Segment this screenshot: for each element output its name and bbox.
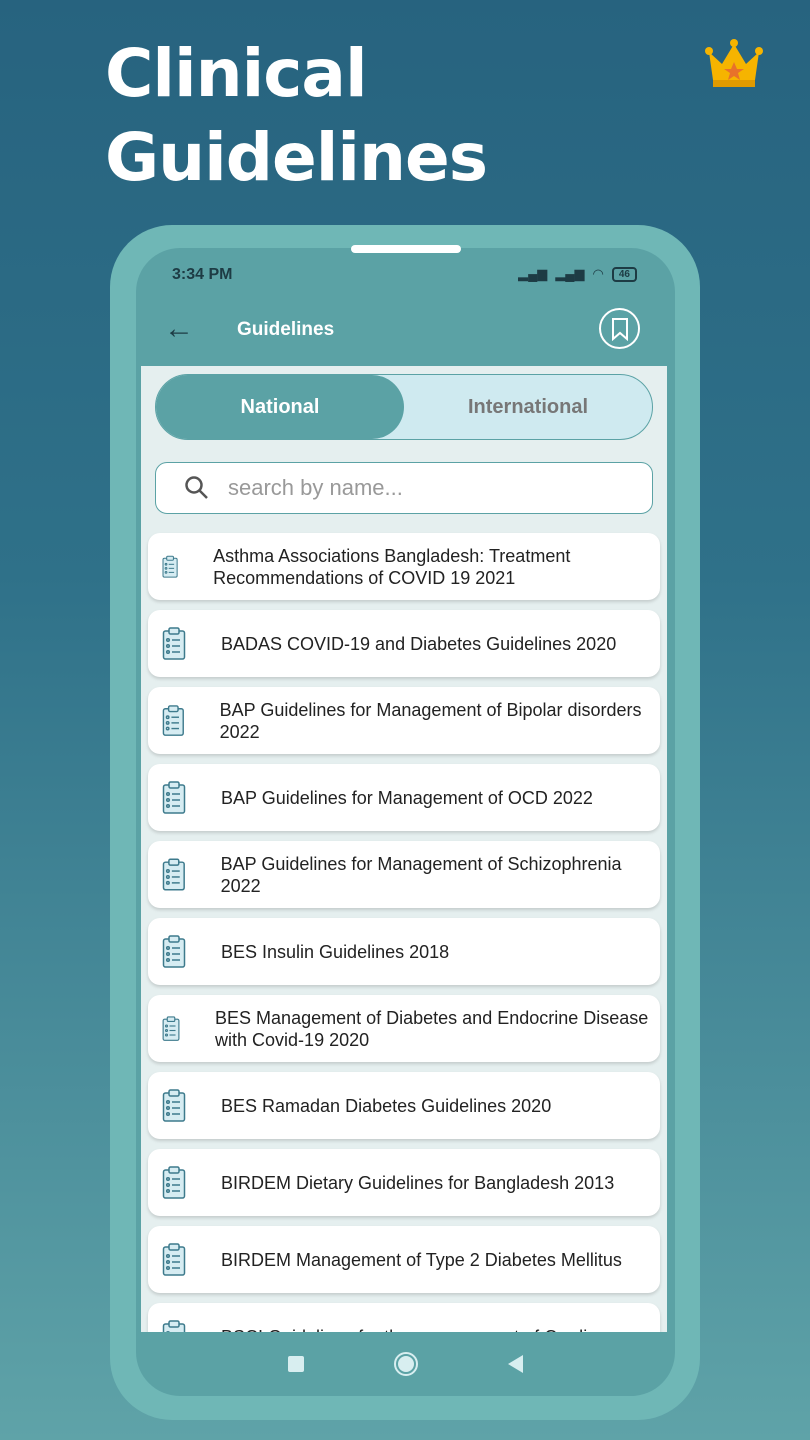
clipboard-icon: [162, 1088, 186, 1122]
headline-line2: Guidelines: [105, 119, 488, 196]
tab-toggle: National International: [155, 374, 653, 440]
status-time: 3:34 PM: [172, 266, 233, 283]
system-nav-bar: [136, 1332, 675, 1396]
phone-screen: 3:34 PM ▂▄▆ ▂▄▆ ◠ 46 ← Guidelines Nation…: [136, 248, 675, 1396]
battery-icon: 46: [611, 266, 637, 282]
crown-icon[interactable]: [705, 38, 763, 88]
page-title: Guidelines: [237, 319, 335, 340]
list-item[interactable]: BAP Guidelines for Management of Schizop…: [148, 841, 660, 908]
list-item[interactable]: Asthma Associations Bangladesh: Treatmen…: [148, 533, 660, 600]
signal-icon: ▂▄▆: [555, 266, 585, 281]
tab-international[interactable]: International: [404, 375, 652, 439]
notch: [351, 245, 461, 253]
list-item[interactable]: BADAS COVID-19 and Diabetes Guidelines 2…: [148, 610, 660, 677]
list-item[interactable]: BES Insulin Guidelines 2018: [148, 918, 660, 985]
bookmark-icon: [611, 317, 628, 341]
clipboard-icon: [162, 1015, 180, 1041]
search-input[interactable]: search by name...: [155, 462, 653, 514]
list-item[interactable]: BIRDEM Management of Type 2 Diabetes Mel…: [148, 1226, 660, 1293]
clipboard-icon: [162, 555, 178, 578]
clipboard-icon: [162, 934, 186, 968]
list-item[interactable]: BIRDEM Dietary Guidelines for Bangladesh…: [148, 1149, 660, 1216]
clipboard-icon: [162, 1242, 186, 1276]
guideline-title: BES Management of Diabetes and Endocrine…: [215, 1007, 649, 1050]
clipboard-icon: [162, 626, 186, 660]
clipboard-icon: [162, 704, 184, 736]
back-arrow-icon[interactable]: ←: [164, 312, 194, 346]
recents-button[interactable]: [288, 1356, 304, 1372]
clipboard-icon: [162, 1319, 186, 1332]
bookmarks-button[interactable]: [599, 308, 640, 349]
search-placeholder: search by name...: [228, 475, 403, 500]
guideline-title: BIRDEM Dietary Guidelines for Bangladesh…: [221, 1172, 615, 1193]
status-icons: ▂▄▆ ▂▄▆ ◠ 46: [518, 266, 637, 282]
guideline-title: BAP Guidelines for Management of Schizop…: [220, 853, 622, 896]
list-item[interactable]: BAP Guidelines for Management of Bipolar…: [148, 687, 660, 754]
search-icon: [185, 476, 208, 499]
back-nav-button[interactable]: [508, 1355, 523, 1373]
guideline-title: Asthma Associations Bangladesh: Treatmen…: [213, 545, 571, 588]
clipboard-icon: [162, 780, 186, 814]
promo-headline: Clinical Guidelines: [105, 32, 488, 200]
list-item[interactable]: BES Management of Diabetes and Endocrine…: [148, 995, 660, 1062]
guideline-title: BIRDEM Management of Type 2 Diabetes Mel…: [221, 1249, 622, 1270]
list-item[interactable]: BSCI Guidelines for the management of Ca…: [148, 1303, 660, 1332]
signal-icon: ▂▄▆: [518, 266, 548, 281]
guideline-title: BES Insulin Guidelines 2018: [221, 941, 450, 962]
content-area: National International search by name...…: [141, 366, 667, 1332]
tab-national[interactable]: National: [156, 375, 404, 439]
home-button[interactable]: [394, 1352, 418, 1376]
guideline-title: BES Ramadan Diabetes Guidelines 2020: [221, 1095, 552, 1116]
guideline-title: BADAS COVID-19 and Diabetes Guidelines 2…: [221, 633, 617, 654]
list-item[interactable]: BES Ramadan Diabetes Guidelines 2020: [148, 1072, 660, 1139]
clipboard-icon: [162, 1165, 186, 1199]
clipboard-icon: [162, 858, 185, 891]
guideline-title: BAP Guidelines for Management of OCD 202…: [221, 787, 593, 808]
wifi-icon: ◠: [592, 266, 604, 281]
list-item[interactable]: BAP Guidelines for Management of OCD 202…: [148, 764, 660, 831]
headline-line1: Clinical: [105, 35, 368, 112]
guideline-list: Asthma Associations Bangladesh: Treatmen…: [148, 533, 660, 1332]
guideline-title: BAP Guidelines for Management of Bipolar…: [219, 699, 642, 742]
